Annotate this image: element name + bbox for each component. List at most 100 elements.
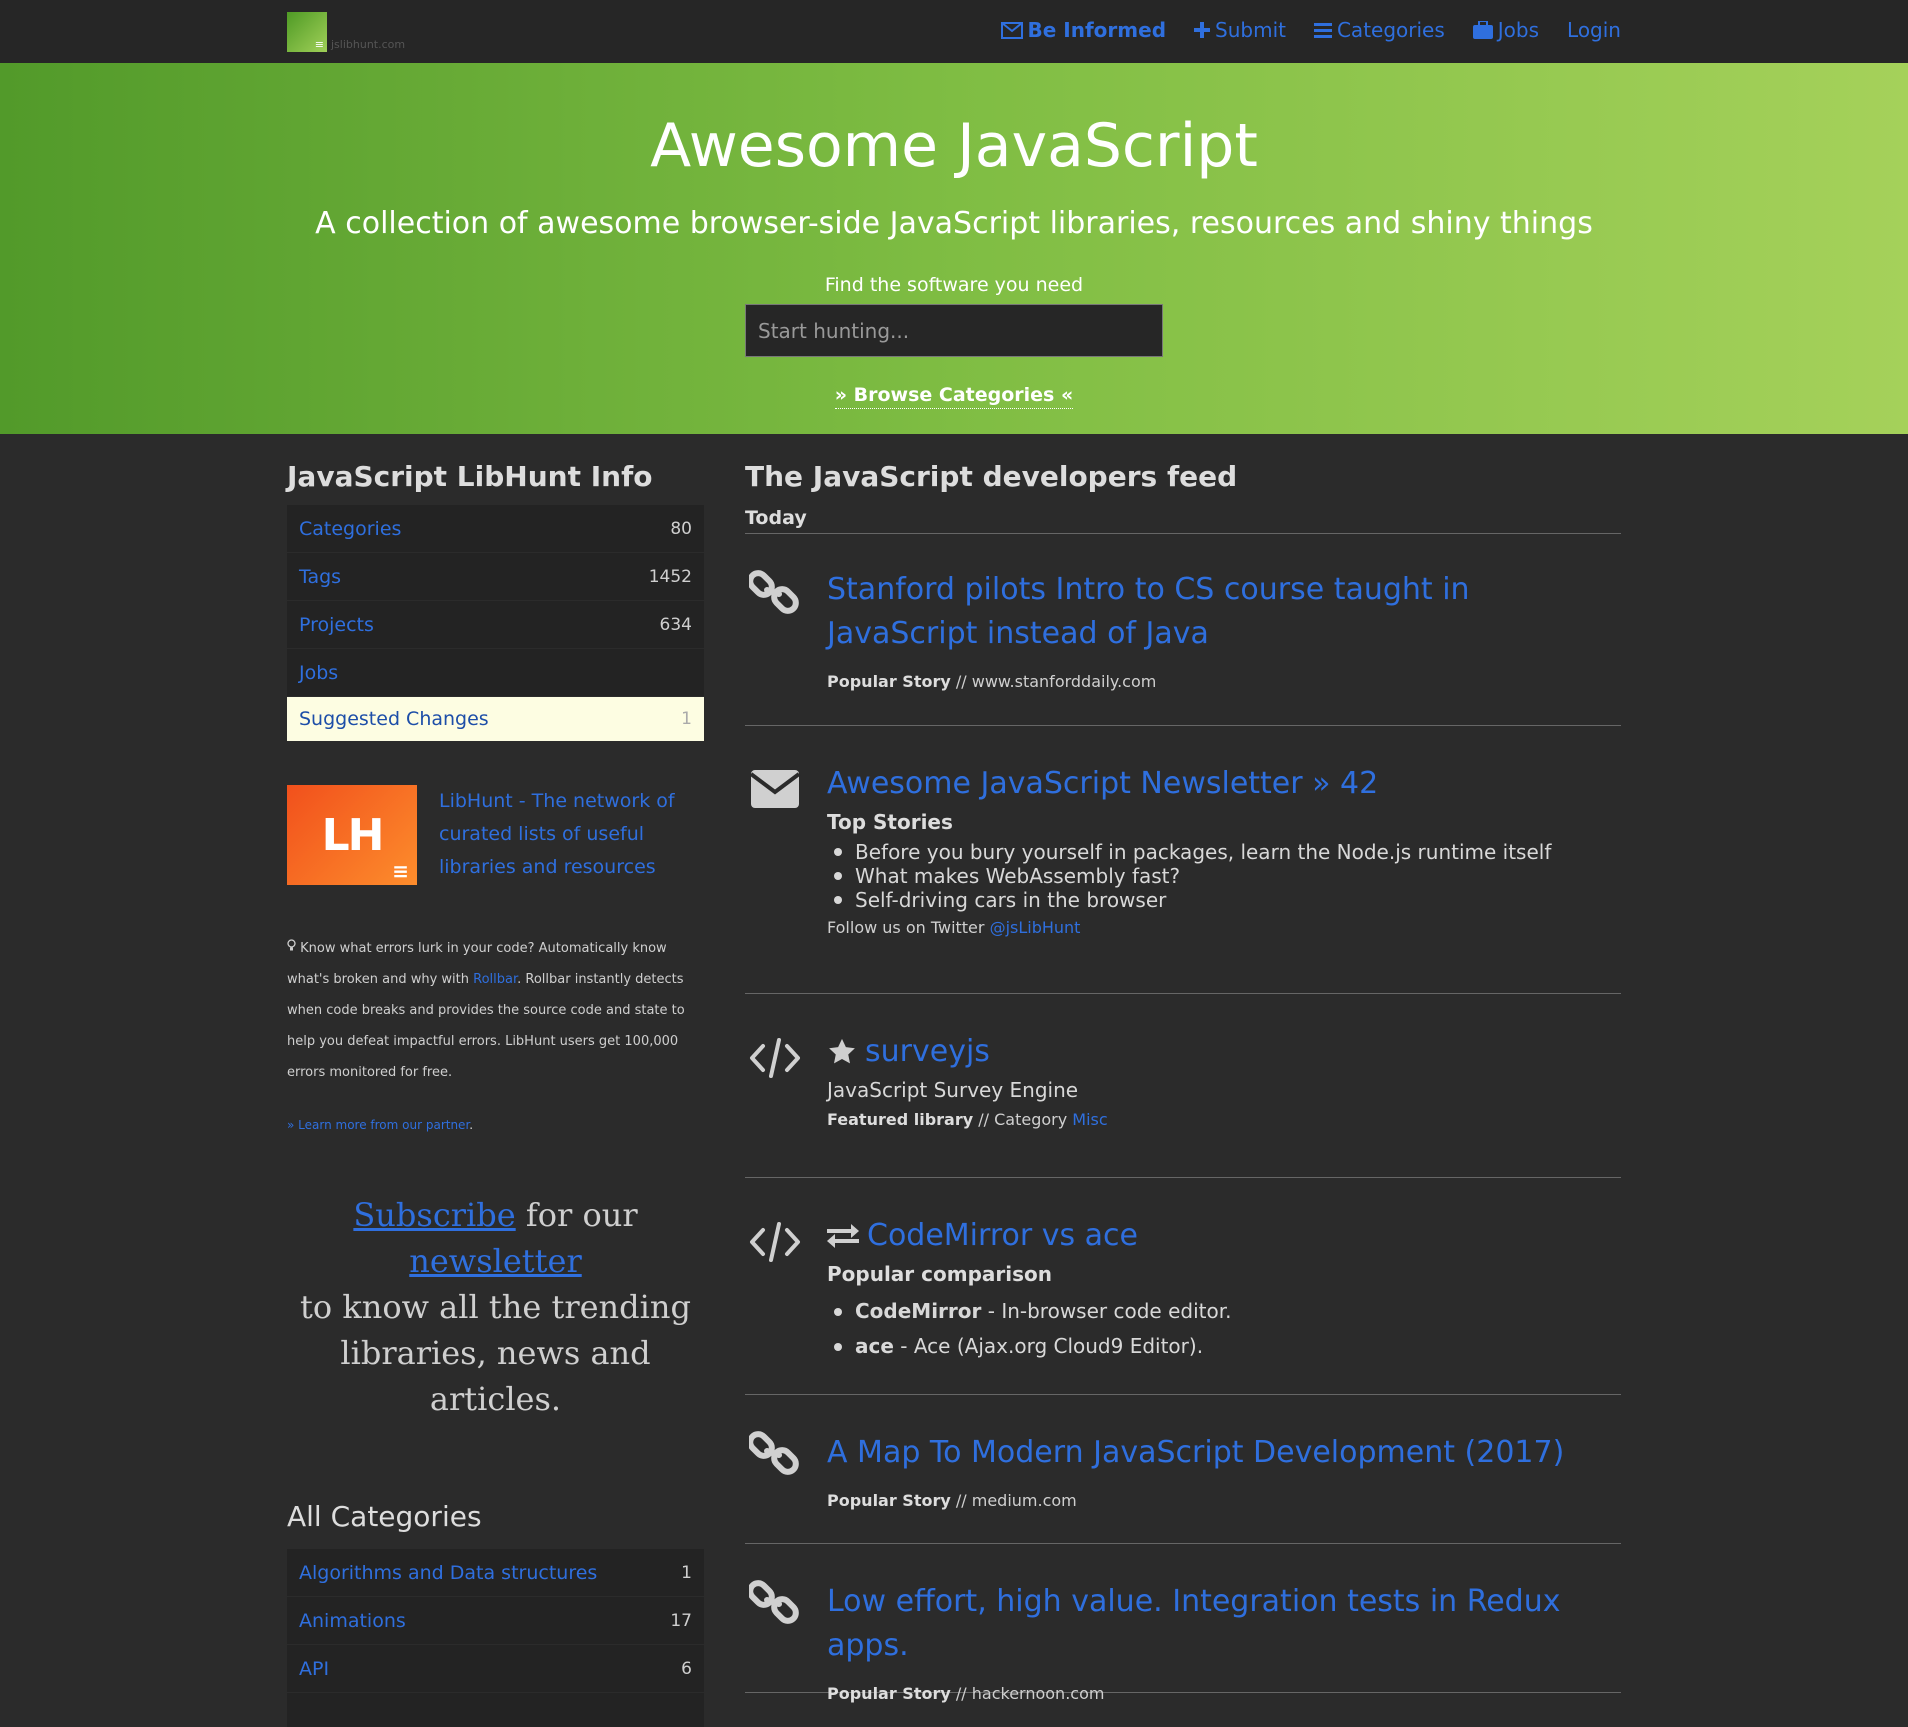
hero-subtitle: A collection of awesome browser-side Jav… bbox=[315, 206, 1593, 241]
newsletter-story[interactable]: Self-driving cars in the browser bbox=[827, 888, 1621, 912]
comparison-item[interactable]: ace - Ace (Ajax.org Cloud9 Editor). bbox=[827, 1329, 1621, 1364]
briefcase-icon bbox=[1472, 21, 1493, 39]
logo-text: jslibhunt.com bbox=[331, 38, 406, 51]
category-item[interactable]: Algorithms and Data structures 1 bbox=[287, 1549, 704, 1596]
story-kind: Popular Story bbox=[827, 1491, 951, 1510]
nav-jobs-label: Jobs bbox=[1497, 18, 1540, 42]
feed-item-story: A Map To Modern JavaScript Development (… bbox=[745, 1395, 1621, 1544]
list-icon bbox=[1313, 23, 1332, 38]
story-title-link[interactable]: Low effort, high value. Integration test… bbox=[827, 1584, 1561, 1663]
info-item-count: 634 bbox=[659, 614, 692, 635]
feed-item-featured-library: surveyjs JavaScript Survey Engine Featur… bbox=[745, 994, 1621, 1178]
newsletter-title-link[interactable]: Awesome JavaScript Newsletter » 42 bbox=[827, 766, 1378, 801]
comparison-title-row: CodeMirror vs ace bbox=[827, 1214, 1621, 1258]
featured-meta: Featured library // Category Misc bbox=[827, 1110, 1621, 1129]
comparison-item-desc: - Ace (Ajax.org Cloud9 Editor). bbox=[893, 1334, 1204, 1358]
sponsor-text-after: . Rollbar instantly detects when code br… bbox=[287, 972, 685, 1080]
category-item[interactable]: Animations 17 bbox=[287, 1597, 704, 1644]
category-label: Algorithms and Data structures bbox=[299, 1561, 598, 1584]
info-list: Categories 80 Tags 1452 Projects 634 Job… bbox=[287, 505, 704, 741]
browse-categories-link[interactable]: » Browse Categories « bbox=[0, 384, 1908, 409]
nav-login[interactable]: Login bbox=[1567, 18, 1621, 42]
comparison-item-name: CodeMirror bbox=[855, 1299, 982, 1323]
story-source: // www.stanforddaily.com bbox=[950, 672, 1157, 691]
star-icon bbox=[829, 1038, 855, 1064]
nav-jobs[interactable]: Jobs bbox=[1472, 18, 1540, 42]
info-item-count: 1452 bbox=[648, 566, 692, 587]
category-misc-link[interactable]: Misc bbox=[1072, 1110, 1107, 1129]
exchange-icon bbox=[827, 1224, 859, 1248]
category-count: 17 bbox=[670, 1610, 692, 1631]
story-kind: Popular Story bbox=[827, 1684, 951, 1703]
comparison-item-desc: - In-browser code editor. bbox=[981, 1299, 1232, 1323]
info-item-label: Categories bbox=[299, 517, 402, 540]
nav-links: Be Informed Submit Categories Jobs Login bbox=[1000, 18, 1621, 42]
info-title: JavaScript LibHunt Info bbox=[287, 460, 653, 493]
libhunt-logo-text: LH bbox=[321, 809, 385, 861]
category-label: Animations bbox=[299, 1609, 406, 1632]
code-icon bbox=[750, 1222, 800, 1262]
info-item-count: 80 bbox=[670, 518, 692, 539]
category-list: Algorithms and Data structures 1 Animati… bbox=[287, 1549, 704, 1727]
info-item-count: 1 bbox=[681, 709, 692, 729]
category-label: API bbox=[299, 1657, 330, 1680]
newsletter-link[interactable]: newsletter bbox=[409, 1242, 581, 1280]
link-icon bbox=[749, 1580, 799, 1624]
category-count: 1 bbox=[681, 1562, 692, 1583]
featured-kind: Featured library bbox=[827, 1110, 974, 1129]
top-navbar: ≡ jslibhunt.com Be Informed Submit Categ… bbox=[0, 0, 1908, 63]
nav-categories[interactable]: Categories bbox=[1313, 18, 1445, 42]
info-item-label: Jobs bbox=[299, 661, 339, 684]
category-item[interactable]: API 6 bbox=[287, 1645, 704, 1692]
lightbulb-icon bbox=[287, 939, 296, 951]
info-item-tags[interactable]: Tags 1452 bbox=[287, 553, 704, 600]
nav-be-informed[interactable]: Be Informed bbox=[1000, 18, 1167, 42]
nav-be-informed-label: Be Informed bbox=[1027, 18, 1167, 42]
info-item-categories[interactable]: Categories 80 bbox=[287, 505, 704, 552]
featured-library-desc: JavaScript Survey Engine bbox=[827, 1078, 1079, 1102]
subscribe-box: Subscribe for our newsletter to know all… bbox=[287, 1192, 704, 1422]
feed-item-story: Stanford pilots Intro to CS course taugh… bbox=[745, 534, 1621, 726]
plus-icon bbox=[1194, 22, 1211, 38]
story-meta: Popular Story // www.stanforddaily.com bbox=[827, 672, 1621, 691]
featured-title-row: surveyjs bbox=[827, 1030, 1621, 1074]
featured-cat-prefix: // Category bbox=[973, 1110, 1073, 1129]
link-icon bbox=[749, 1431, 799, 1475]
twitter-follow: Follow us on Twitter @jsLibHunt bbox=[827, 918, 1621, 937]
follow-text: Follow us on Twitter bbox=[827, 918, 990, 937]
learn-more-link[interactable]: » Learn more from our partner bbox=[287, 1118, 469, 1132]
featured-library-link[interactable]: surveyjs bbox=[865, 1030, 990, 1074]
libhunt-link[interactable]: LibHunt - The network of curated lists o… bbox=[439, 785, 699, 885]
nav-submit[interactable]: Submit bbox=[1194, 18, 1286, 42]
story-source: // hackernoon.com bbox=[950, 1684, 1105, 1703]
search-input[interactable] bbox=[745, 304, 1163, 357]
subscribe-link[interactable]: Subscribe bbox=[353, 1196, 515, 1234]
story-kind: Popular Story bbox=[827, 672, 951, 691]
nav-categories-label: Categories bbox=[1336, 18, 1445, 42]
story-title-link[interactable]: A Map To Modern JavaScript Development (… bbox=[827, 1435, 1564, 1470]
envelope-icon bbox=[1000, 21, 1023, 39]
feed-item-comparison: CodeMirror vs ace Popular comparison Cod… bbox=[745, 1178, 1621, 1395]
hero-title: Awesome JavaScript bbox=[650, 111, 1258, 181]
info-item-label: Tags bbox=[299, 565, 342, 588]
rollbar-link[interactable]: Rollbar bbox=[473, 972, 517, 987]
newsletter-story[interactable]: What makes WebAssembly fast? bbox=[827, 864, 1621, 888]
comparison-link[interactable]: CodeMirror vs ace bbox=[867, 1214, 1138, 1258]
site-logo[interactable]: ≡ bbox=[287, 12, 327, 52]
story-source: // medium.com bbox=[950, 1491, 1077, 1510]
newsletter-story-list: Before you bury yourself in packages, le… bbox=[827, 840, 1621, 912]
info-item-jobs[interactable]: Jobs bbox=[287, 649, 704, 696]
info-item-suggested-changes[interactable]: Suggested Changes 1 bbox=[287, 697, 704, 741]
category-count: 6 bbox=[681, 1658, 692, 1679]
browse-categories-label: » Browse Categories « bbox=[834, 384, 1074, 409]
comparison-subhead: Popular comparison bbox=[827, 1262, 1052, 1286]
category-item[interactable] bbox=[287, 1693, 704, 1727]
newsletter-story[interactable]: Before you bury yourself in packages, le… bbox=[827, 840, 1621, 864]
twitter-handle-link[interactable]: @jsLibHunt bbox=[990, 918, 1081, 937]
info-item-projects[interactable]: Projects 634 bbox=[287, 601, 704, 648]
libhunt-logo[interactable]: LH ≡ bbox=[287, 785, 417, 885]
sponsor-text: Know what errors lurk in your code? Auto… bbox=[287, 933, 704, 1088]
feed-date-heading: Today bbox=[745, 507, 1621, 534]
story-title-link[interactable]: Stanford pilots Intro to CS course taugh… bbox=[827, 572, 1470, 651]
comparison-item[interactable]: CodeMirror - In-browser code editor. bbox=[827, 1294, 1621, 1329]
